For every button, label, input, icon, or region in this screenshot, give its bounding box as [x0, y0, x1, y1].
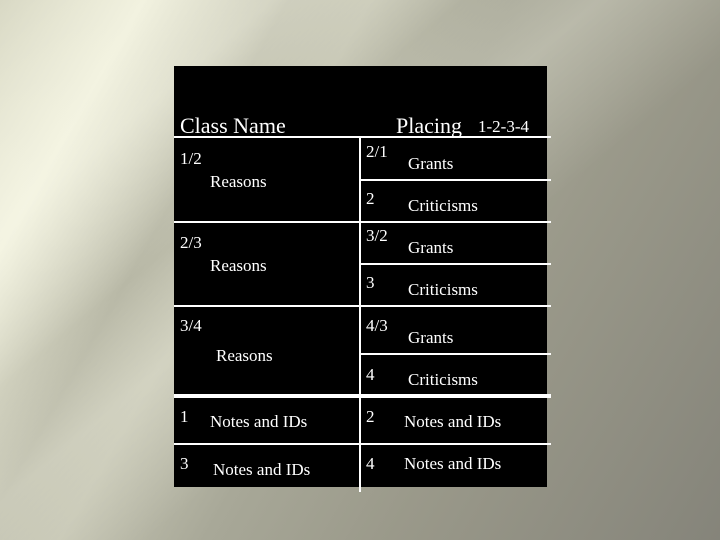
divider-vertical [359, 136, 361, 492]
divider-notes-row [174, 443, 551, 445]
rank-number: 3 [180, 454, 189, 473]
divider-row-2 [360, 263, 551, 265]
reasons-label: Reasons [210, 172, 267, 191]
divider-block-2 [174, 305, 551, 307]
divider-block-1 [174, 221, 551, 223]
notes-label: Notes and IDs [404, 454, 502, 473]
rank-number: 2 [366, 407, 375, 426]
divider-row-1 [360, 179, 551, 181]
pair-number: 3/4 [180, 316, 202, 335]
placing-header: Placing [396, 113, 462, 138]
pair-number: 1/2 [180, 149, 202, 168]
rank-number: 1 [180, 407, 189, 426]
class-name-header: Class Name [180, 113, 286, 138]
criticisms-label: Criticisms [408, 196, 478, 215]
rank-number: 3 [366, 273, 375, 292]
notes-label: Notes and IDs [210, 412, 308, 431]
grants-label: Grants [408, 154, 454, 173]
reasons-label: Reasons [210, 256, 267, 275]
divider-row-3 [360, 353, 551, 355]
rank-number: 2/1 [366, 142, 388, 161]
rank-number: 4 [366, 365, 375, 384]
pair-number: 2/3 [180, 233, 202, 252]
rank-number: 4 [366, 454, 375, 473]
divider-header [174, 136, 551, 138]
grants-label: Grants [408, 238, 454, 257]
reasons-label: Reasons [216, 346, 273, 365]
divider-notes [174, 394, 551, 398]
rank-number: 2 [366, 189, 375, 208]
rank-number: 3/2 [366, 226, 388, 245]
placing-order: 1-2-3-4 [478, 117, 529, 136]
criticisms-label: Criticisms [408, 280, 478, 299]
grants-label: Grants [408, 328, 454, 347]
notes-label: Notes and IDs [213, 460, 311, 479]
rank-number: 4/3 [366, 316, 388, 335]
criticisms-label: Criticisms [408, 370, 478, 389]
notes-label: Notes and IDs [404, 412, 502, 431]
